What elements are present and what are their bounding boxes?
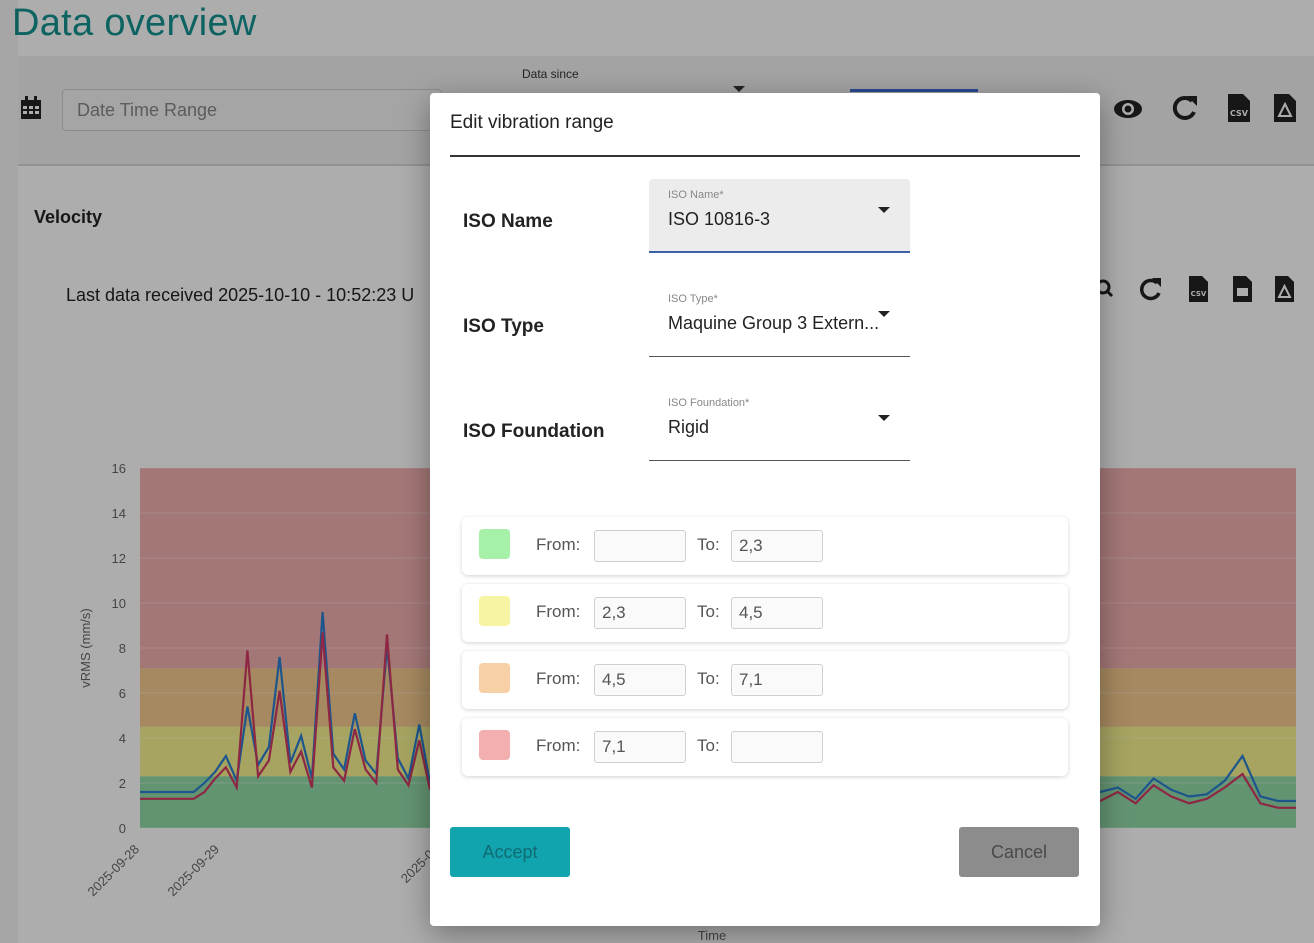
iso-name-caret-icon — [878, 207, 890, 213]
range-row-green: From: To: 2,3 — [462, 517, 1068, 575]
iso-foundation-label: ISO Foundation — [463, 421, 605, 442]
accept-button[interactable]: Accept — [450, 827, 570, 877]
range-from-label: From: — [536, 535, 581, 554]
dialog-title: Edit vibration range — [450, 112, 614, 133]
iso-foundation-caret-icon — [878, 415, 890, 421]
range-to-input[interactable]: 2,3 — [731, 530, 823, 562]
cancel-button[interactable]: Cancel — [959, 827, 1079, 877]
iso-foundation-value: Rigid — [668, 417, 710, 437]
iso-name-float-label: ISO Name* — [668, 189, 724, 201]
range-from-input[interactable]: 4,5 — [594, 664, 686, 696]
range-to-input[interactable]: 4,5 — [731, 597, 823, 629]
iso-foundation-float-label: ISO Foundation* — [668, 397, 750, 409]
iso-name-label: ISO Name — [463, 211, 553, 232]
iso-type-value: Maquine Group 3 Extern... — [668, 313, 880, 333]
iso-name-value: ISO 10816-3 — [668, 209, 771, 229]
range-from-input[interactable] — [594, 530, 686, 562]
iso-name-select[interactable]: ISO Name* ISO 10816-3 — [649, 179, 910, 253]
iso-type-label: ISO Type — [463, 316, 544, 337]
range-to-input[interactable] — [731, 731, 823, 763]
range-row-yellow: From: 2,3 To: 4,5 — [462, 584, 1068, 642]
range-color-swatch[interactable] — [479, 529, 510, 559]
range-to-input[interactable]: 7,1 — [731, 664, 823, 696]
dialog-title-divider — [450, 155, 1080, 157]
range-to-label: To: — [697, 669, 720, 688]
range-row-red: From: 7,1 To: — [462, 718, 1068, 776]
range-color-swatch[interactable] — [479, 596, 510, 626]
range-row-orange: From: 4,5 To: 7,1 — [462, 651, 1068, 709]
iso-type-select[interactable]: ISO Type* Maquine Group 3 Extern... — [649, 283, 910, 357]
range-from-input[interactable]: 2,3 — [594, 597, 686, 629]
range-from-input[interactable]: 7,1 — [594, 731, 686, 763]
iso-foundation-select[interactable]: ISO Foundation* Rigid — [649, 387, 910, 461]
range-from-label: From: — [536, 736, 581, 755]
range-to-label: To: — [697, 535, 720, 554]
iso-type-float-label: ISO Type* — [668, 293, 718, 305]
range-from-label: From: — [536, 669, 581, 688]
left-edge — [0, 0, 18, 943]
range-from-label: From: — [536, 602, 581, 621]
edit-vibration-range-dialog: Edit vibration range ISO Name ISO Name* … — [430, 93, 1100, 926]
range-to-label: To: — [697, 602, 720, 621]
range-to-label: To: — [697, 736, 720, 755]
iso-type-caret-icon — [878, 311, 890, 317]
range-color-swatch[interactable] — [479, 730, 510, 760]
range-color-swatch[interactable] — [479, 663, 510, 693]
